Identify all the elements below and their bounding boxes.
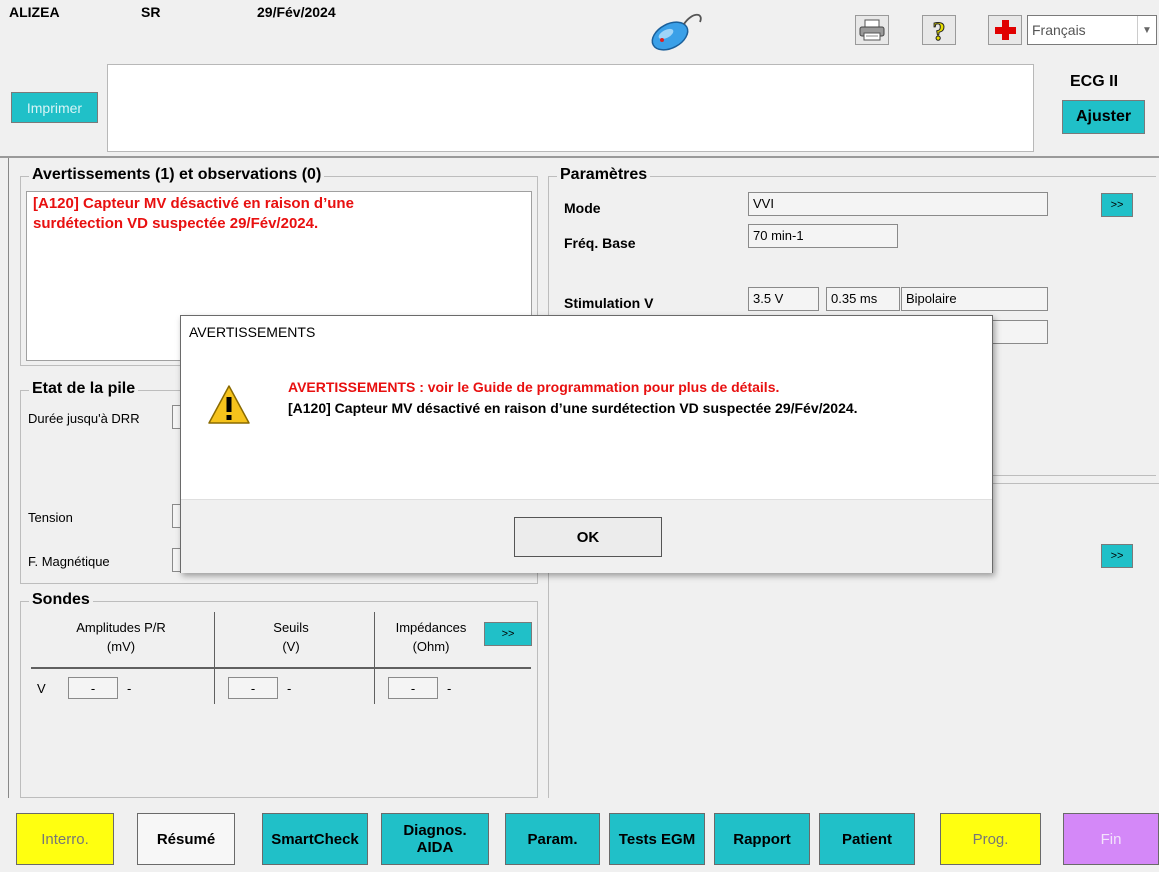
base-rate-field: 70 min-1 <box>748 224 898 248</box>
warnings-dialog: AVERTISSEMENTS AVERTISSEMENTS : voir le … <box>180 315 993 573</box>
chevron-down-icon: ▼ <box>1137 16 1156 44</box>
thresholds-header-label: Seuils <box>273 620 309 635</box>
warnings-title: Avertissements (1) et observations (0) <box>29 166 325 184</box>
row-label: V <box>37 681 46 696</box>
warning-text-line2: surdétection VD suspectée 29/Fév/2024. <box>33 215 319 232</box>
nav-rapport-button[interactable]: Rapport <box>714 813 810 865</box>
nav-interro-button[interactable]: Interro. <box>16 813 114 865</box>
nav-fin-button[interactable]: Fin <box>1063 813 1159 865</box>
nav-diagnos-sublabel: AIDA <box>416 839 454 856</box>
nav-diagnos-label: Diagnos. <box>403 822 467 839</box>
thresholds-header: Seuils (V) <box>216 618 366 656</box>
print-ecg-button[interactable]: Imprimer <box>11 92 98 123</box>
amplitude-field: - <box>68 677 118 699</box>
table-row: V - - - - - - <box>31 669 531 705</box>
parameters-expand-button[interactable]: >> <box>1101 193 1133 217</box>
help-button[interactable]: ? <box>922 15 956 45</box>
base-rate-label: Fréq. Base <box>564 235 636 251</box>
warning-text-line1: [A120] Capteur MV désactivé en raison d’… <box>33 195 354 212</box>
pacing-width-field: 0.35 ms <box>826 287 900 311</box>
nav-diagnos-button[interactable]: Diagnos. AIDA <box>381 813 489 865</box>
dialog-footer: OK <box>181 499 992 573</box>
ecg-strip <box>107 64 1034 152</box>
nav-tests-egm-button[interactable]: Tests EGM <box>609 813 705 865</box>
threshold-extra: - <box>287 681 292 696</box>
emergency-button[interactable] <box>988 15 1022 45</box>
language-select[interactable]: Français ▼ <box>1027 15 1157 45</box>
pacing-label: Stimulation V <box>564 295 654 311</box>
warning-icon <box>206 383 252 427</box>
printer-button[interactable] <box>855 15 889 45</box>
mode-short: SR <box>141 4 161 20</box>
telemetry-wand-icon <box>648 10 712 52</box>
time-to-eri-label: Durée jusqu'à DRR <box>28 411 140 426</box>
amplitudes-header-unit: (mV) <box>106 639 136 654</box>
impedance-field: - <box>388 677 438 699</box>
impedance-extra: - <box>447 681 452 696</box>
nav-patient-button[interactable]: Patient <box>819 813 915 865</box>
pacing-polarity-field: Bipolaire <box>901 287 1048 311</box>
warning-item: [A120] Capteur MV désactivé en raison d’… <box>33 194 525 234</box>
impedances-header-label: Impédances <box>395 620 467 635</box>
medical-cross-icon <box>995 20 1016 40</box>
voltage-label: Tension <box>28 510 73 525</box>
top-bar: ALIZEA SR 29/Fév/2024 ? Français ▼ <box>0 0 1159 56</box>
device-name: ALIZEA <box>9 4 60 20</box>
nav-param-button[interactable]: Param. <box>505 813 600 865</box>
mode-label: Mode <box>564 200 601 216</box>
mode-field: VVI <box>748 192 1048 216</box>
amplitude-extra: - <box>127 681 132 696</box>
thresholds-header-unit: (V) <box>282 639 300 654</box>
leads-group: Sondes Amplitudes P/R (mV) Seuils (V) Im… <box>20 591 538 798</box>
right-lower-expand-button[interactable]: >> <box>1101 544 1133 568</box>
parameters-title: Paramètres <box>557 166 651 184</box>
session-date: 29/Fév/2024 <box>257 4 336 20</box>
leads-expand-button[interactable]: >> <box>484 622 532 646</box>
nav-resume-button[interactable]: Résumé <box>137 813 235 865</box>
impedances-header: Impédances (Ohm) <box>381 618 481 656</box>
dialog-message: [A120] Capteur MV désactivé en raison d’… <box>288 400 858 416</box>
svg-text:?: ? <box>933 17 946 43</box>
battery-title: Etat de la pile <box>29 380 139 398</box>
language-value: Français <box>1032 22 1086 38</box>
amplitudes-header: Amplitudes P/R (mV) <box>31 618 211 656</box>
magnet-rate-label: F. Magnétique <box>28 554 110 569</box>
printer-icon <box>859 19 885 41</box>
impedances-header-unit: (Ohm) <box>412 639 450 654</box>
adjust-ecg-button[interactable]: Ajuster <box>1062 100 1145 134</box>
pacing-extra-field <box>989 320 1048 344</box>
nav-smartcheck-button[interactable]: SmartCheck <box>262 813 368 865</box>
leads-title: Sondes <box>29 591 93 609</box>
pacing-amplitude-field: 3.5 V <box>748 287 819 311</box>
threshold-field: - <box>228 677 278 699</box>
dialog-headline: AVERTISSEMENTS : voir le Guide de progra… <box>288 379 780 395</box>
ok-button[interactable]: OK <box>514 517 662 557</box>
dialog-title: AVERTISSEMENTS <box>189 324 316 340</box>
help-icon: ? <box>932 17 946 43</box>
nav-prog-button[interactable]: Prog. <box>940 813 1041 865</box>
amplitudes-header-label: Amplitudes P/R <box>76 620 166 635</box>
ecg-lead-label: ECG II <box>1070 73 1119 90</box>
